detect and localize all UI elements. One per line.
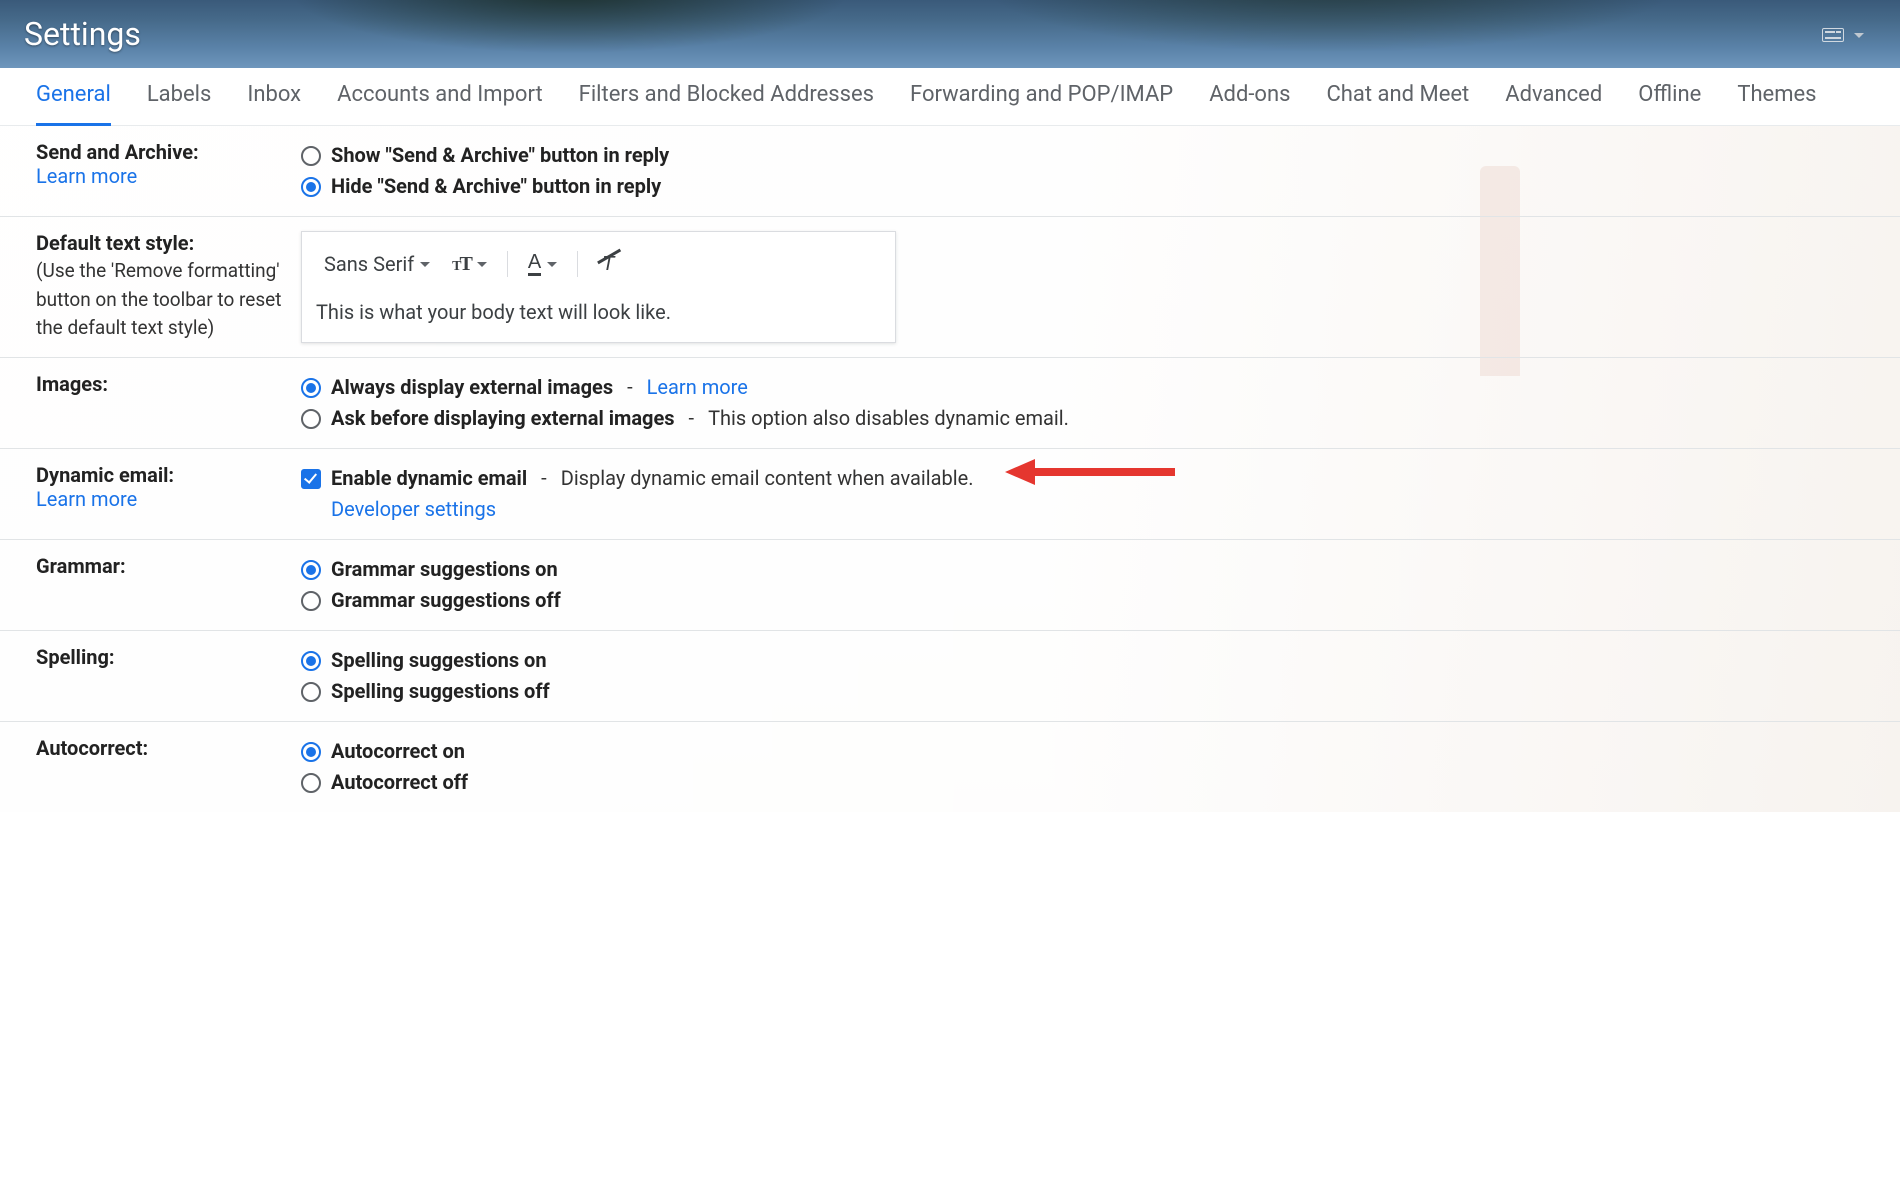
- section-spelling: Spelling: Spelling suggestions on Spelli…: [0, 631, 1900, 722]
- radio-grammar-on[interactable]: [301, 560, 321, 580]
- text-style-preview: This is what your body text will look li…: [316, 300, 881, 324]
- font-family-dropdown[interactable]: Sans Serif: [316, 248, 438, 280]
- ask-before-images-note: This option also disables dynamic email.: [708, 403, 1069, 434]
- tab-labels[interactable]: Labels: [147, 82, 212, 125]
- tab-accounts-import[interactable]: Accounts and Import: [337, 82, 543, 125]
- show-send-archive-label: Show "Send & Archive" button in reply: [331, 140, 669, 171]
- section-images: Images: Always display external images -…: [0, 358, 1900, 449]
- remove-formatting-icon: T: [598, 253, 618, 276]
- spelling-on-label: Spelling suggestions on: [331, 645, 547, 676]
- tab-general[interactable]: General: [36, 82, 111, 126]
- images-title: Images:: [36, 372, 301, 396]
- settings-header-banner: Settings: [0, 0, 1900, 68]
- images-learn-more-link[interactable]: Learn more: [647, 372, 748, 403]
- chevron-down-icon: [547, 262, 557, 267]
- radio-grammar-off[interactable]: [301, 591, 321, 611]
- chevron-down-icon: [477, 262, 487, 267]
- enable-dynamic-email-label: Enable dynamic email: [331, 463, 527, 494]
- radio-show-send-archive[interactable]: [301, 146, 321, 166]
- dynamic-email-title: Dynamic email:: [36, 463, 301, 487]
- send-archive-title: Send and Archive:: [36, 140, 301, 164]
- autocorrect-off-label: Autocorrect off: [331, 767, 468, 798]
- send-archive-learn-more-link[interactable]: Learn more: [36, 164, 301, 188]
- remove-formatting-button[interactable]: T: [590, 249, 626, 280]
- radio-autocorrect-off[interactable]: [301, 773, 321, 793]
- tab-addons[interactable]: Add-ons: [1209, 82, 1290, 125]
- grammar-title: Grammar:: [36, 554, 301, 578]
- tab-chat-meet[interactable]: Chat and Meet: [1326, 82, 1469, 125]
- font-family-label: Sans Serif: [324, 252, 414, 276]
- section-autocorrect: Autocorrect: Autocorrect on Autocorrect …: [0, 722, 1900, 812]
- radio-always-display-images[interactable]: [301, 378, 321, 398]
- radio-autocorrect-on[interactable]: [301, 742, 321, 762]
- radio-ask-before-images[interactable]: [301, 409, 321, 429]
- tab-offline[interactable]: Offline: [1638, 82, 1701, 125]
- spelling-title: Spelling:: [36, 645, 301, 669]
- checkbox-enable-dynamic-email[interactable]: [301, 469, 321, 489]
- tab-inbox[interactable]: Inbox: [247, 82, 301, 125]
- radio-spelling-on[interactable]: [301, 651, 321, 671]
- tab-themes[interactable]: Themes: [1737, 82, 1816, 125]
- toolbar-separator: [507, 251, 508, 277]
- ask-before-images-label: Ask before displaying external images: [331, 403, 675, 434]
- dynamic-email-learn-more-link[interactable]: Learn more: [36, 487, 301, 511]
- font-size-dropdown[interactable]: TT: [444, 249, 495, 280]
- developer-settings-link[interactable]: Developer settings: [331, 494, 496, 525]
- radio-spelling-off[interactable]: [301, 682, 321, 702]
- text-style-toolbar: Sans Serif TT A T: [316, 248, 881, 280]
- chevron-down-icon: [420, 262, 430, 267]
- grammar-off-label: Grammar suggestions off: [331, 585, 561, 616]
- chevron-down-icon: [1854, 33, 1864, 38]
- spelling-off-label: Spelling suggestions off: [331, 676, 550, 707]
- tab-forwarding-pop-imap[interactable]: Forwarding and POP/IMAP: [910, 82, 1173, 125]
- default-text-style-title: Default text style:: [36, 231, 301, 255]
- text-style-preview-box: Sans Serif TT A T: [301, 231, 896, 343]
- tab-filters-blocked[interactable]: Filters and Blocked Addresses: [579, 82, 874, 125]
- text-color-dropdown[interactable]: A: [520, 248, 565, 280]
- input-tools-menu[interactable]: [1822, 28, 1864, 42]
- always-display-images-label: Always display external images: [331, 372, 613, 403]
- default-text-style-hint: (Use the 'Remove formatting' button on t…: [36, 257, 301, 343]
- autocorrect-title: Autocorrect:: [36, 736, 301, 760]
- hide-send-archive-label: Hide "Send & Archive" button in reply: [331, 171, 661, 202]
- radio-hide-send-archive[interactable]: [301, 177, 321, 197]
- autocorrect-on-label: Autocorrect on: [331, 736, 465, 767]
- section-send-archive: Send and Archive: Learn more Show "Send …: [0, 126, 1900, 217]
- settings-content: Send and Archive: Learn more Show "Send …: [0, 126, 1900, 812]
- toolbar-separator: [577, 251, 578, 277]
- page-title: Settings: [24, 15, 141, 53]
- enable-dynamic-email-note: Display dynamic email content when avail…: [561, 463, 974, 494]
- section-grammar: Grammar: Grammar suggestions on Grammar …: [0, 540, 1900, 631]
- grammar-on-label: Grammar suggestions on: [331, 554, 558, 585]
- text-size-icon: TT: [452, 253, 471, 276]
- keyboard-icon: [1822, 28, 1844, 42]
- text-color-icon: A: [528, 252, 541, 276]
- section-default-text-style: Default text style: (Use the 'Remove for…: [0, 217, 1900, 358]
- tab-advanced[interactable]: Advanced: [1505, 82, 1602, 125]
- section-dynamic-email: Dynamic email: Learn more Enable dynamic…: [0, 449, 1900, 540]
- settings-tabs: General Labels Inbox Accounts and Import…: [0, 68, 1900, 126]
